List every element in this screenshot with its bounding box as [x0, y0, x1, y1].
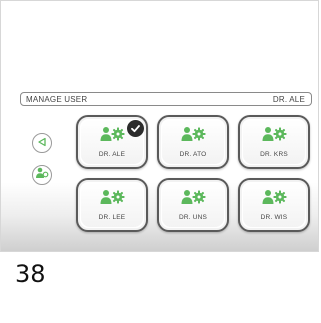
back-button[interactable]	[32, 133, 52, 153]
user-tile-dr-ale[interactable]: DR. ALE	[76, 115, 148, 169]
tile-label: DR. KRS	[260, 151, 288, 158]
user-tile-dr-uns[interactable]: DR. UNS	[157, 178, 229, 232]
page-number: 38	[15, 260, 46, 288]
user-settings-icon	[99, 126, 125, 147]
tile-label: DR. ATO	[179, 151, 207, 158]
add-user-button[interactable]	[32, 165, 52, 185]
tile-label: DR. WIS	[260, 214, 288, 221]
header-title: MANAGE USER	[26, 95, 88, 104]
user-tile-dr-krs[interactable]: DR. KRS	[238, 115, 310, 169]
user-tile-dr-wis[interactable]: DR. WIS	[238, 178, 310, 232]
user-settings-icon	[261, 126, 287, 147]
user-tile-dr-lee[interactable]: DR. LEE	[76, 178, 148, 232]
user-settings-icon	[180, 189, 206, 210]
selected-check-icon	[127, 120, 144, 137]
tile-label: DR. LEE	[98, 214, 126, 221]
triangle-left-icon	[37, 134, 47, 152]
tile-label: DR. ALE	[98, 151, 126, 158]
user-settings-icon	[99, 189, 125, 210]
user-settings-icon	[180, 126, 206, 147]
manage-user-header: MANAGE USER DR. ALE	[20, 92, 312, 106]
current-user-label: DR. ALE	[272, 95, 305, 104]
tile-label: DR. UNS	[178, 214, 208, 221]
user-tile-dr-ato[interactable]: DR. ATO	[157, 115, 229, 169]
user-settings-icon	[261, 189, 287, 210]
add-user-icon	[35, 166, 49, 184]
